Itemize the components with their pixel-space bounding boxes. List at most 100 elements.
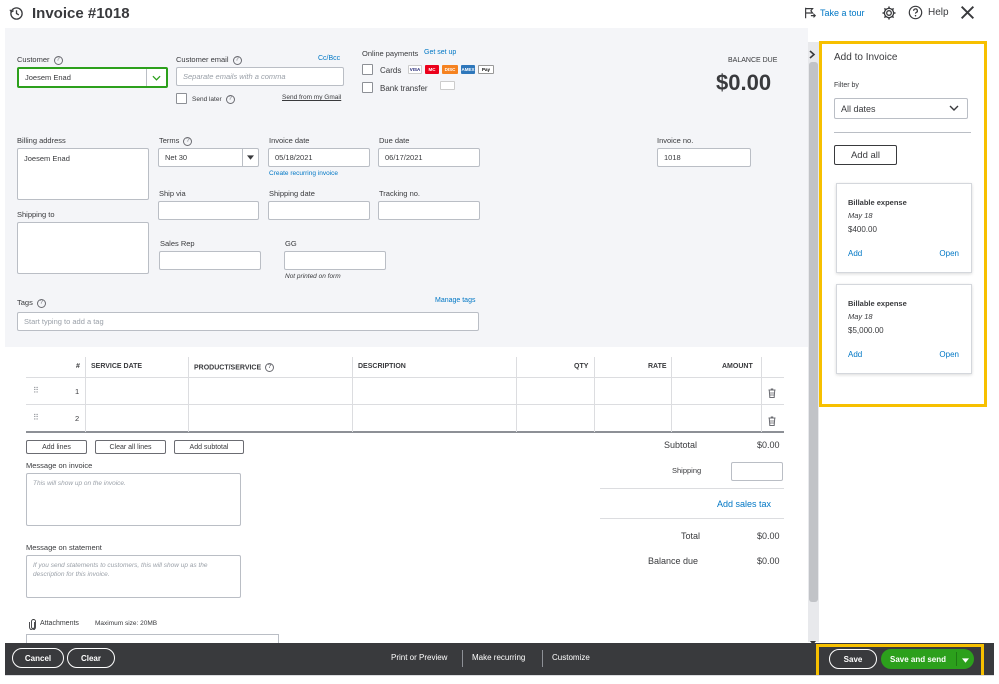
close-icon[interactable]: [959, 4, 976, 26]
terms-label-text: Terms: [159, 136, 180, 145]
billable-expense-card[interactable]: Billable expense May 18 $400.00 Add Open: [836, 183, 972, 273]
card-add-link[interactable]: Add: [848, 350, 862, 359]
customer-email-placeholder: Separate emails with a comma: [183, 72, 286, 81]
customer-select[interactable]: Joesem Enad: [17, 67, 168, 88]
drag-handle-icon[interactable]: ⠿: [33, 413, 39, 422]
gg-input[interactable]: [284, 251, 386, 270]
get-set-up-link[interactable]: Get set up: [424, 49, 456, 56]
help-icon[interactable]: ?: [225, 95, 235, 104]
create-recurring-link[interactable]: Create recurring invoice: [269, 170, 338, 177]
amex-icon: AMEX: [461, 65, 475, 74]
due-date-label: Due date: [379, 136, 410, 145]
add-sales-tax-link[interactable]: Add sales tax: [717, 499, 771, 509]
chevron-down-icon[interactable]: [949, 104, 959, 113]
print-preview-button[interactable]: Print or Preview: [391, 653, 447, 662]
billing-address-label: Billing address: [17, 136, 66, 145]
tracking-no-label: Tracking no.: [379, 189, 420, 198]
add-lines-button[interactable]: Add lines: [26, 440, 87, 454]
trash-icon[interactable]: [768, 413, 776, 431]
col-divider: [671, 357, 672, 432]
col-header-product-service: PRODUCT/SERVICE?: [194, 363, 275, 372]
terms-label: Terms?: [159, 136, 193, 146]
caret-down-icon[interactable]: [242, 149, 258, 166]
customer-label: Customer?: [17, 55, 63, 65]
cards-label: Cards: [380, 66, 402, 75]
help-icon[interactable]: ?: [36, 298, 46, 308]
ship-via-input[interactable]: [158, 201, 259, 220]
card-open-link[interactable]: Open: [939, 249, 959, 258]
filter-by-label: Filter by: [834, 82, 859, 89]
due-date-value: 06/17/2021: [385, 153, 423, 162]
card-add-link[interactable]: Add: [848, 249, 862, 258]
help-icon[interactable]: ?: [183, 136, 193, 146]
message-on-statement-placeholder: If you send statements to customers, thi…: [33, 562, 208, 578]
save-and-send-button[interactable]: Save and send: [881, 649, 974, 669]
save-button[interactable]: Save: [829, 649, 877, 669]
take-tour-link[interactable]: Take a tour: [820, 8, 865, 18]
send-from-gmail-link[interactable]: Send from my Gmail: [282, 94, 341, 101]
tour-icon[interactable]: [803, 6, 817, 25]
message-on-statement-input[interactable]: If you send statements to customers, thi…: [26, 555, 241, 598]
settings-gear-icon[interactable]: [881, 5, 897, 26]
drag-handle-icon[interactable]: ⠿: [33, 386, 39, 395]
chevron-down-icon[interactable]: [146, 69, 166, 86]
totals-divider: [600, 518, 784, 519]
col-header-amount: AMOUNT: [722, 363, 753, 370]
shipping-to-input[interactable]: [17, 222, 149, 274]
col-divider: [188, 357, 189, 432]
add-subtotal-button[interactable]: Add subtotal: [174, 440, 244, 454]
recent-icon[interactable]: [9, 6, 24, 26]
caret-down-icon[interactable]: [962, 656, 969, 665]
clear-all-lines-button[interactable]: Clear all lines: [95, 440, 166, 454]
card-title: Billable expense: [848, 198, 907, 207]
total-label: Total: [681, 531, 701, 541]
balance-due-total-label: Balance due: [648, 556, 699, 566]
add-all-button[interactable]: Add all: [834, 145, 897, 165]
cancel-button[interactable]: Cancel: [12, 648, 64, 668]
row-number: 1: [75, 387, 80, 396]
paperclip-icon: [29, 617, 37, 635]
bank-transfer-checkbox[interactable]: [362, 82, 373, 93]
billing-address-input[interactable]: Joesem Enad: [17, 148, 149, 200]
sales-rep-input[interactable]: [159, 251, 261, 270]
tags-label-text: Tags: [17, 298, 33, 307]
cc-bcc-link[interactable]: Cc/Bcc: [318, 55, 340, 62]
col-divider: [85, 357, 86, 432]
split-divider: [956, 652, 957, 666]
card-open-link[interactable]: Open: [939, 350, 959, 359]
terms-select[interactable]: Net 30: [158, 148, 259, 167]
manage-tags-link[interactable]: Manage tags: [435, 297, 475, 304]
customer-email-input[interactable]: Separate emails with a comma: [176, 67, 344, 86]
shipping-date-input[interactable]: [268, 201, 370, 220]
clear-button[interactable]: Clear: [67, 648, 115, 668]
billable-expense-card[interactable]: Billable expense May 18 $5,000.00 Add Op…: [836, 284, 972, 374]
tracking-no-input[interactable]: [378, 201, 480, 220]
shipping-amount-input[interactable]: [731, 462, 783, 481]
vertical-scrollbar[interactable]: [808, 42, 819, 645]
help-icon[interactable]: ?: [232, 55, 242, 65]
shipping-label: Shipping: [672, 466, 702, 475]
help-icon[interactable]: ?: [265, 363, 275, 372]
attachments-max-size: Maximum size: 20MB: [95, 620, 158, 627]
make-recurring-button[interactable]: Make recurring: [472, 653, 525, 662]
message-on-invoice-placeholder: This will show up on the invoice.: [33, 480, 126, 487]
filter-by-select[interactable]: All dates: [834, 98, 968, 119]
terms-value: Net 30: [165, 153, 188, 162]
message-on-invoice-input[interactable]: This will show up on the invoice.: [26, 473, 241, 526]
due-date-input[interactable]: 06/17/2021: [378, 148, 480, 167]
collapse-panel-chevron-icon[interactable]: [808, 46, 816, 64]
card-amount: $5,000.00: [848, 326, 884, 335]
bank-transfer-label: Bank transfer: [380, 84, 428, 93]
send-later-checkbox[interactable]: [176, 93, 187, 104]
trash-icon[interactable]: [768, 385, 776, 403]
invoice-date-input[interactable]: 05/18/2021: [268, 148, 370, 167]
col-header-description: DESCRIPTION: [358, 363, 406, 370]
invoice-no-input[interactable]: 1018: [657, 148, 751, 167]
help-icon[interactable]: [908, 5, 923, 25]
customize-button[interactable]: Customize: [552, 653, 590, 662]
help-icon[interactable]: ?: [53, 55, 63, 65]
help-link[interactable]: Help: [928, 7, 949, 18]
tags-input[interactable]: Start typing to add a tag: [17, 312, 479, 331]
scrollbar-thumb[interactable]: [809, 62, 818, 602]
cards-checkbox[interactable]: [362, 64, 373, 75]
